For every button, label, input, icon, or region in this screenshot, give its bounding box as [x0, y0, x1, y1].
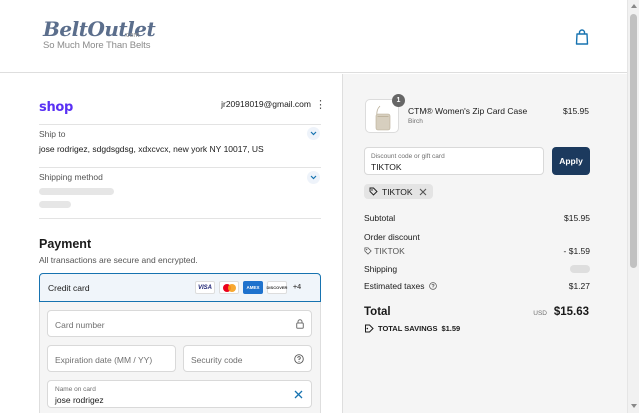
applied-discount-chip: TIKTOK [364, 184, 433, 199]
credit-card-label: Credit card [48, 283, 90, 293]
expiration-date-field[interactable]: Expiration date (MM / YY) [47, 345, 176, 372]
shopping-bag-icon[interactable] [575, 29, 589, 45]
subtotal-value: $15.95 [564, 213, 590, 223]
order-discount-label: Order discount [364, 232, 420, 242]
scroll-down-arrow-icon[interactable] [631, 404, 637, 408]
loading-skeleton [39, 188, 114, 195]
quantity-badge: 1 [392, 94, 405, 107]
remove-discount-icon[interactable] [419, 188, 427, 196]
subtotal-label: Subtotal [364, 213, 396, 223]
divider [39, 167, 321, 168]
checkout-main: shop jr20918019@gmail.com ⋮ Ship to jose… [0, 74, 341, 413]
discount-code-row: TIKTOK - $1.59 [364, 246, 590, 256]
security-code-placeholder: Security code [191, 355, 243, 365]
more-options-icon[interactable]: ⋮ [315, 98, 326, 112]
mastercard-icon [219, 281, 239, 294]
payment-subtitle: All transactions are secure and encrypte… [39, 255, 198, 265]
savings-label: TOTAL SAVINGS [378, 324, 438, 333]
discount-amount: - $1.59 [563, 246, 590, 256]
applied-code-label: TIKTOK [382, 186, 413, 197]
card-number-placeholder: Card number [55, 320, 105, 330]
subtotal-row: Subtotal $15.95 [364, 213, 590, 223]
chevron-down-icon [310, 131, 317, 136]
logo-tagline: So Much More Than Belts [43, 40, 151, 51]
amex-icon: AMEX [243, 281, 263, 294]
shipping-loading-skeleton [570, 265, 590, 273]
clear-icon[interactable] [294, 390, 303, 399]
total-savings: TOTAL SAVINGS $1.59 [364, 324, 460, 333]
contact-row: shop jr20918019@gmail.com ⋮ [39, 98, 326, 115]
shipping-label: Shipping [364, 264, 398, 274]
shipping-method-label: Shipping method [39, 172, 103, 182]
taxes-value: $1.27 [568, 281, 590, 291]
discount-code-input[interactable]: Discount code or gift card TIKTOK [364, 147, 544, 175]
discount-field-label: Discount code or gift card [371, 153, 445, 160]
expiration-placeholder: Expiration date (MM / YY) [55, 355, 153, 365]
page-scrollbar[interactable] [627, 0, 639, 413]
ship-to-expand-button[interactable] [307, 127, 320, 140]
name-on-card-value: jose rodrigez [55, 395, 104, 405]
shipping-method-expand-button[interactable] [307, 171, 320, 184]
scroll-up-arrow-icon[interactable] [631, 4, 637, 8]
discount-field-value: TIKTOK [371, 162, 402, 172]
divider [39, 218, 321, 219]
card-details-panel: Card number Expiration date (MM / YY) Se… [39, 302, 321, 413]
card-number-field[interactable]: Card number [47, 310, 312, 337]
chevron-down-icon [310, 175, 317, 180]
tag-icon [364, 247, 372, 255]
payment-title: Payment [39, 237, 92, 251]
logo-domain: .com [124, 32, 140, 39]
total-label: Total [364, 306, 391, 318]
product-price: $15.95 [563, 106, 589, 116]
scrollbar-thumb[interactable] [630, 14, 637, 268]
contact-email: jr20918019@gmail.com [221, 99, 311, 109]
discount-code-name: TIKTOK [374, 246, 405, 256]
divider [39, 124, 321, 125]
product-variant: Birch [408, 118, 423, 125]
apply-discount-button[interactable]: Apply [552, 147, 590, 175]
order-summary: 1 CTM® Women's Zip Card Case Birch $15.9… [342, 74, 627, 413]
ship-to-address: jose rodrigez, sdgdsgdsg, xdxcvcx, new y… [39, 144, 264, 154]
shop-pay-logo: shop [39, 100, 74, 115]
savings-tag-icon [365, 324, 374, 333]
help-icon[interactable] [294, 354, 304, 364]
store-logo[interactable]: BeltOutlet .com So Much More Than Belts [43, 19, 156, 51]
lock-icon [296, 319, 304, 329]
visa-icon: VISA [195, 281, 215, 294]
product-name: CTM® Women's Zip Card Case [408, 106, 528, 116]
shipping-row: Shipping [364, 264, 590, 274]
loading-skeleton [39, 201, 71, 208]
total-value: $15.63 [553, 306, 589, 318]
savings-value: $1.59 [441, 324, 461, 333]
discover-icon: DISCOVER [267, 281, 287, 294]
more-cards-badge: +4 [293, 284, 301, 291]
taxes-label: Estimated taxes [364, 281, 425, 291]
total-currency: USD [533, 310, 547, 317]
taxes-row: Estimated taxes $1.27 [364, 281, 590, 291]
tag-icon [369, 187, 378, 196]
order-discount-row: Order discount [364, 232, 590, 242]
ship-to-label: Ship to [39, 129, 66, 139]
site-header: BeltOutlet .com So Much More Than Belts [0, 0, 627, 73]
name-on-card-field[interactable]: Name on card jose rodrigez [47, 380, 312, 408]
security-code-field[interactable]: Security code [183, 345, 312, 372]
card-brand-logos: VISA AMEX DISCOVER +4 [195, 281, 301, 294]
credit-card-option[interactable]: Credit card VISA AMEX DISCOVER +4 [39, 273, 321, 302]
name-on-card-label: Name on card [55, 386, 96, 393]
help-icon[interactable] [429, 282, 437, 290]
